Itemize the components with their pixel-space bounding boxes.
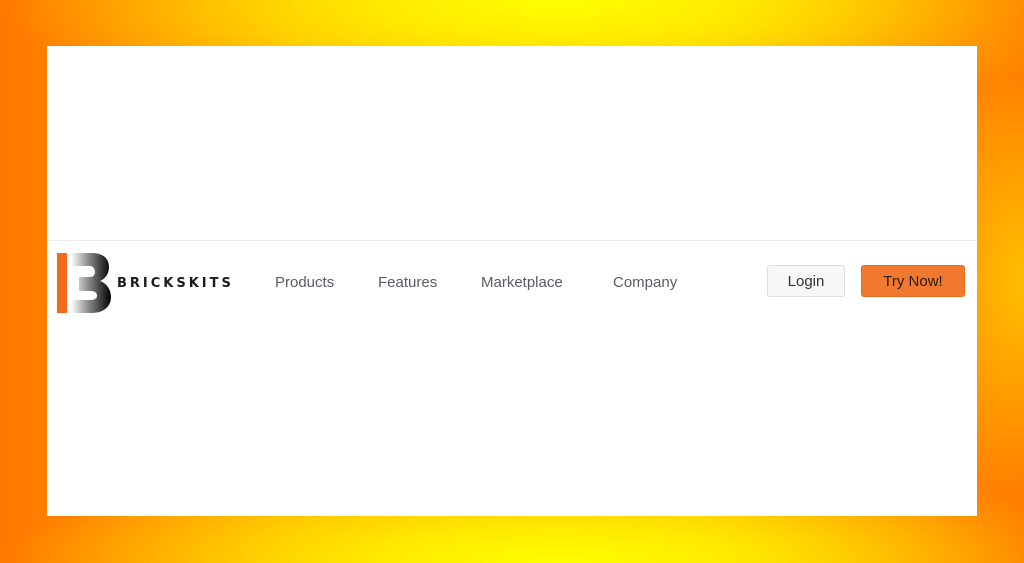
- login-button[interactable]: Login: [767, 265, 845, 297]
- nav-link-company[interactable]: Company: [613, 274, 677, 291]
- nav-link-features[interactable]: Features: [378, 274, 437, 291]
- navbar: BRICKSKITS Products Features Marketplace…: [47, 240, 977, 325]
- brickskits-logo-icon: [57, 253, 111, 313]
- brand-name: BRICKSKITS: [117, 275, 234, 291]
- page-canvas: BRICKSKITS Products Features Marketplace…: [47, 46, 977, 516]
- nav-link-marketplace[interactable]: Marketplace: [481, 274, 563, 291]
- nav-link-products[interactable]: Products: [275, 274, 334, 291]
- brand-logo[interactable]: BRICKSKITS: [57, 253, 234, 313]
- try-now-button[interactable]: Try Now!: [861, 265, 965, 297]
